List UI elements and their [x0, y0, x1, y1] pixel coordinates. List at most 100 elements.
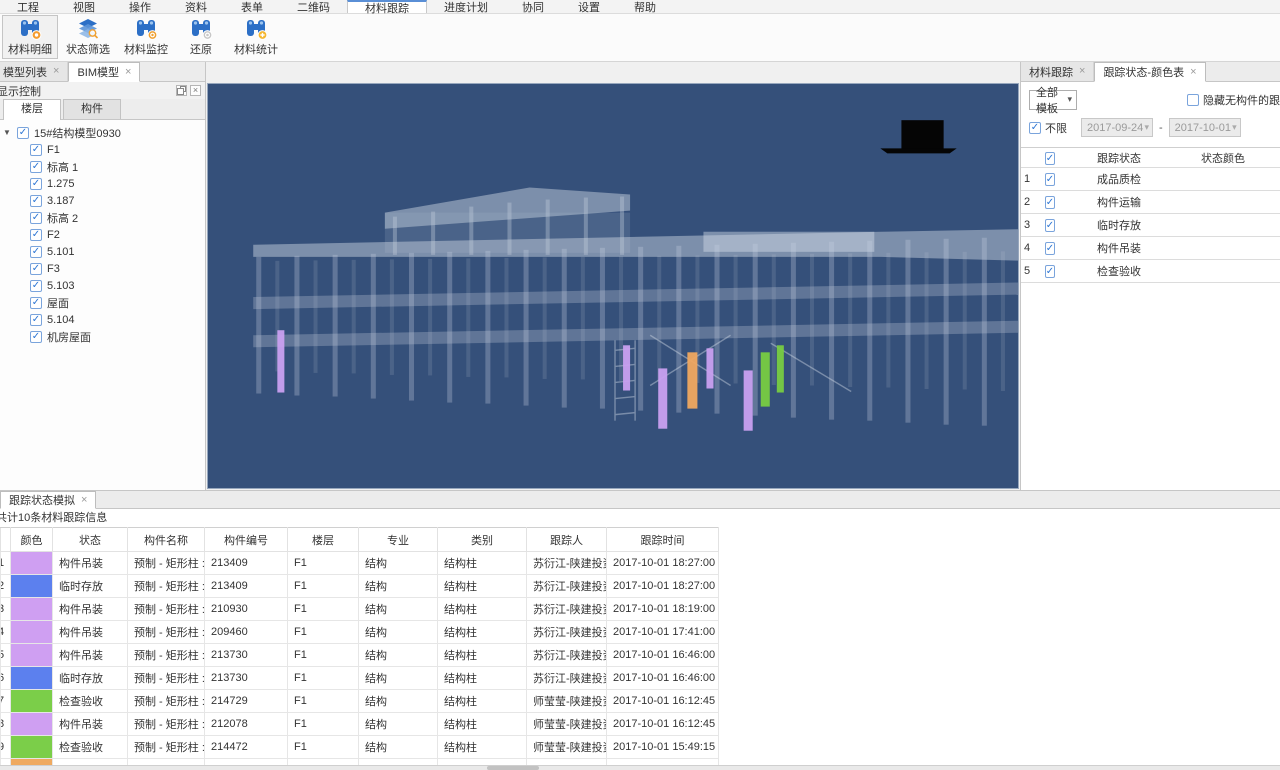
- menu-item[interactable]: 操作: [112, 0, 168, 13]
- toolbar-button[interactable]: 还原: [176, 15, 226, 59]
- chevron-down-icon: ▾: [1232, 122, 1237, 133]
- checkbox-unchecked[interactable]: [1187, 94, 1199, 106]
- toolbar-button[interactable]: 材料明细: [2, 15, 58, 59]
- status-color-row[interactable]: 2✓构件运输: [1021, 191, 1280, 214]
- menu-item[interactable]: 二维码: [280, 0, 347, 13]
- toolbar-button[interactable]: 材料监控: [118, 15, 174, 59]
- menu-item[interactable]: 表单: [224, 0, 280, 13]
- date-to-picker[interactable]: 2017-10-01 ▾: [1169, 118, 1241, 137]
- tracker-cell: 苏衍江-陕建投资: [527, 552, 607, 575]
- close-icon[interactable]: ×: [125, 67, 131, 78]
- right-doc-tab[interactable]: 跟踪状态-颜色表 ×: [1094, 62, 1205, 82]
- tree-expand-icon[interactable]: ▼: [3, 128, 12, 137]
- table-row[interactable]: 9检查验收预制 - 矩形柱 :...214472F1结构结构柱师莹莹-陕建投资2…: [1, 736, 719, 759]
- tree-item[interactable]: ✓标高 2: [0, 209, 205, 226]
- menu-item[interactable]: 资料: [168, 0, 224, 13]
- checkbox[interactable]: ✓: [30, 297, 42, 309]
- status-color-row[interactable]: 4✓构件吊装: [1021, 237, 1280, 260]
- checkbox[interactable]: ✓: [1045, 219, 1055, 232]
- unlimited-checkbox[interactable]: ✓ 不限: [1029, 120, 1067, 136]
- checkbox[interactable]: ✓: [1045, 152, 1055, 165]
- status-color-cell: [1175, 260, 1271, 283]
- checkbox[interactable]: ✓: [30, 144, 42, 156]
- sub-tab[interactable]: 楼层: [3, 99, 61, 120]
- table-row[interactable]: 8构件吊装预制 - 矩形柱 :...212078F1结构结构柱师莹莹-陕建投资2…: [1, 713, 719, 736]
- toolbar-button-label: 材料明细: [8, 41, 52, 57]
- tree-item[interactable]: ✓1.275: [0, 175, 205, 192]
- template-dropdown[interactable]: 全部模板 ▾: [1029, 90, 1077, 110]
- table-row[interactable]: 3构件吊装预制 - 矩形柱 :...210930F1结构结构柱苏衍江-陕建投资2…: [1, 598, 719, 621]
- date-from-value: 2017-09-24: [1087, 122, 1143, 134]
- tree-item-label: 5.101: [47, 246, 75, 258]
- checkbox[interactable]: ✓: [30, 212, 42, 224]
- menu-item[interactable]: 协同: [505, 0, 561, 13]
- tree-item[interactable]: ✓屋面: [0, 294, 205, 311]
- checkbox[interactable]: ✓: [1045, 265, 1055, 278]
- tree-item[interactable]: ✓F2: [0, 226, 205, 243]
- status-color-row[interactable]: 5✓检查验收: [1021, 260, 1280, 283]
- horizontal-scrollbar[interactable]: [487, 766, 539, 770]
- tree-item[interactable]: ✓机房屋面: [0, 328, 205, 345]
- menu-item[interactable]: 材料跟踪: [347, 0, 427, 13]
- checkbox[interactable]: ✓: [17, 127, 29, 139]
- tab-label: 跟踪状态-颜色表: [1103, 64, 1184, 80]
- tree-root-item[interactable]: ▼✓15#结构模型0930: [0, 124, 205, 141]
- table-row[interactable]: 1构件吊装预制 - 矩形柱 :...213409F1结构结构柱苏衍江-陕建投资2…: [1, 552, 719, 575]
- close-icon[interactable]: ×: [1190, 67, 1196, 78]
- status-name-cell: 构件运输: [1063, 191, 1175, 214]
- close-icon[interactable]: ×: [53, 66, 59, 77]
- date-from-picker[interactable]: 2017-09-24 ▾: [1081, 118, 1153, 137]
- checkbox[interactable]: ✓: [30, 280, 42, 292]
- tree-item[interactable]: ✓ 5.101: [0, 243, 205, 260]
- header-cell: 楼层: [288, 528, 359, 552]
- checkbox[interactable]: ✓: [30, 161, 42, 173]
- checkbox[interactable]: ✓: [30, 178, 42, 190]
- close-icon[interactable]: ×: [1079, 66, 1085, 77]
- table-row[interactable]: 6临时存放预制 - 矩形柱 :...213730F1结构结构柱苏衍江-陕建投资2…: [1, 667, 719, 690]
- checkbox[interactable]: ✓: [30, 331, 42, 343]
- checkbox[interactable]: ✓: [30, 229, 42, 241]
- status-bar: [0, 765, 1280, 770]
- tree-item[interactable]: ✓标高 1: [0, 158, 205, 175]
- tree-item[interactable]: ✓3.187: [0, 192, 205, 209]
- table-row[interactable]: 4构件吊装预制 - 矩形柱 :...209460F1结构结构柱苏衍江-陕建投资2…: [1, 621, 719, 644]
- tree-item[interactable]: ✓5.104: [0, 311, 205, 328]
- checkbox[interactable]: ✓: [30, 246, 42, 258]
- toolbar-button[interactable]: 状态筛选: [60, 15, 116, 59]
- empty-cell: [1271, 237, 1280, 260]
- right-doc-tab[interactable]: 材料跟踪×: [1021, 62, 1094, 81]
- menu-item[interactable]: 帮助: [617, 0, 673, 13]
- float-panel-icon[interactable]: [176, 85, 187, 96]
- close-panel-icon[interactable]: ×: [190, 85, 201, 96]
- status-color-row[interactable]: 1✓成品质检: [1021, 168, 1280, 191]
- tree-item[interactable]: ✓5.103: [0, 277, 205, 294]
- checkbox[interactable]: ✓: [1045, 196, 1055, 209]
- checkbox[interactable]: ✓: [30, 195, 42, 207]
- checkbox[interactable]: ✓: [1045, 173, 1055, 186]
- table-row[interactable]: 7检查验收预制 - 矩形柱 :...214729F1结构结构柱师莹莹-陕建投资2…: [1, 690, 719, 713]
- hide-empty-checkbox[interactable]: 隐藏无构件的跟: [1187, 92, 1280, 108]
- checkbox[interactable]: ✓: [30, 263, 42, 275]
- 3d-viewport[interactable]: [207, 83, 1019, 489]
- table-row[interactable]: 2临时存放预制 - 矩形柱 :...213409F1结构结构柱苏衍江-陕建投资2…: [1, 575, 719, 598]
- left-doc-tab[interactable]: 模型列表×: [0, 62, 68, 81]
- menu-item[interactable]: 视图: [56, 0, 112, 13]
- menu-item[interactable]: 设置: [561, 0, 617, 13]
- menu-item[interactable]: 工程: [0, 0, 56, 13]
- tree-item[interactable]: ✓F1: [0, 141, 205, 158]
- left-doc-tab[interactable]: BIM模型×: [68, 62, 140, 82]
- checkbox[interactable]: ✓: [30, 314, 42, 326]
- table-row[interactable]: 5构件吊装预制 - 矩形柱 :...213730F1结构结构柱苏衍江-陕建投资2…: [1, 644, 719, 667]
- checkbox-checked[interactable]: ✓: [1029, 122, 1041, 134]
- status-name-cell: 成品质检: [1063, 168, 1175, 191]
- checkbox[interactable]: ✓: [1045, 242, 1055, 255]
- tab-tracking-simulation[interactable]: 跟踪状态模拟 ×: [0, 491, 96, 509]
- sub-tab[interactable]: 构件: [63, 99, 121, 119]
- time-cell: 2017-10-01 16:12:45: [607, 713, 719, 736]
- tree-item[interactable]: ✓F3: [0, 260, 205, 277]
- toolbar-button[interactable]: 材料统计: [228, 15, 284, 59]
- major-cell: 结构: [359, 552, 438, 575]
- status-color-row[interactable]: 3✓临时存放: [1021, 214, 1280, 237]
- menu-item[interactable]: 进度计划: [427, 0, 505, 13]
- close-icon[interactable]: ×: [81, 495, 87, 506]
